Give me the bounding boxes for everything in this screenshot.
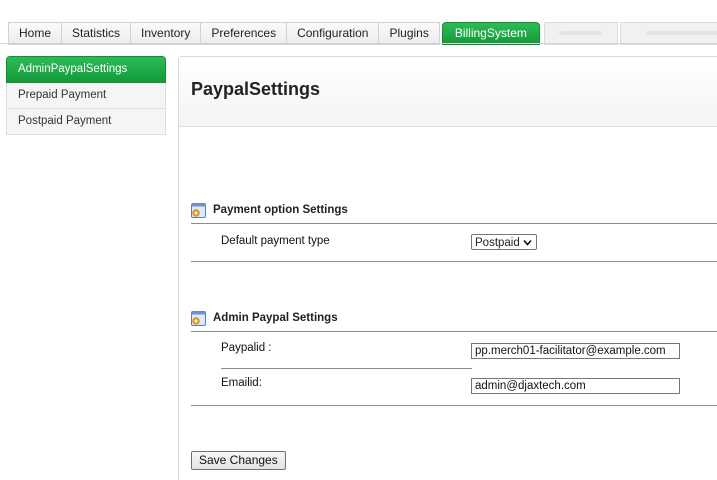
- select-value: Postpaid: [475, 237, 520, 249]
- row-divider: [221, 368, 472, 369]
- section-divider: [191, 261, 717, 262]
- tab-statistics[interactable]: Statistics: [61, 22, 131, 45]
- tab-preferences[interactable]: Preferences: [200, 22, 287, 45]
- page-title: PaypalSettings: [191, 79, 321, 99]
- admin-paypal-section-title: Admin Paypal Settings: [191, 309, 338, 327]
- emailid-input[interactable]: [471, 378, 680, 394]
- top-navigation: Home Statistics Inventory Preferences Co…: [0, 0, 717, 45]
- sidebar: AdminPaypalSettings Prepaid Payment Post…: [6, 56, 166, 135]
- main-tabs: Home Statistics Inventory Preferences Co…: [8, 22, 717, 45]
- tab-configuration[interactable]: Configuration: [286, 22, 379, 45]
- section-divider: [191, 223, 717, 224]
- tab-redacted-1[interactable]: [543, 22, 618, 45]
- payment-option-section-title: Payment option Settings: [191, 201, 348, 219]
- tab-inventory[interactable]: Inventory: [130, 22, 201, 45]
- paypalid-label: Paypalid :: [221, 342, 272, 354]
- redacted-placeholder: [559, 31, 603, 35]
- settings-gear-icon: [191, 202, 206, 218]
- chevron-down-icon: [523, 239, 532, 246]
- sidebar-item-admin-paypal-settings[interactable]: AdminPaypalSettings: [6, 56, 166, 83]
- sidebar-item-postpaid-payment[interactable]: Postpaid Payment: [6, 109, 166, 135]
- default-payment-type-select[interactable]: Postpaid: [471, 234, 537, 250]
- tab-plugins[interactable]: Plugins: [378, 22, 440, 45]
- sidebar-item-prepaid-payment[interactable]: Prepaid Payment: [6, 83, 166, 109]
- section-title-text: Admin Paypal Settings: [213, 312, 338, 324]
- emailid-label: Emailid:: [221, 377, 262, 389]
- tab-baseline: [0, 43, 717, 44]
- redacted-placeholder: [645, 31, 717, 35]
- main-panel: PaypalSettings Payment option Settings D…: [178, 56, 717, 480]
- settings-gear-icon: [191, 310, 206, 326]
- section-divider: [191, 405, 717, 406]
- section-divider: [191, 331, 717, 332]
- default-payment-type-label: Default payment type: [221, 235, 330, 247]
- save-changes-button[interactable]: Save Changes: [191, 451, 286, 470]
- paypalid-input[interactable]: [471, 343, 680, 359]
- tab-home[interactable]: Home: [8, 22, 62, 45]
- section-title-text: Payment option Settings: [213, 204, 348, 216]
- tab-billingsystem[interactable]: BillingSystem: [441, 22, 540, 45]
- tab-redacted-2[interactable]: [619, 22, 717, 45]
